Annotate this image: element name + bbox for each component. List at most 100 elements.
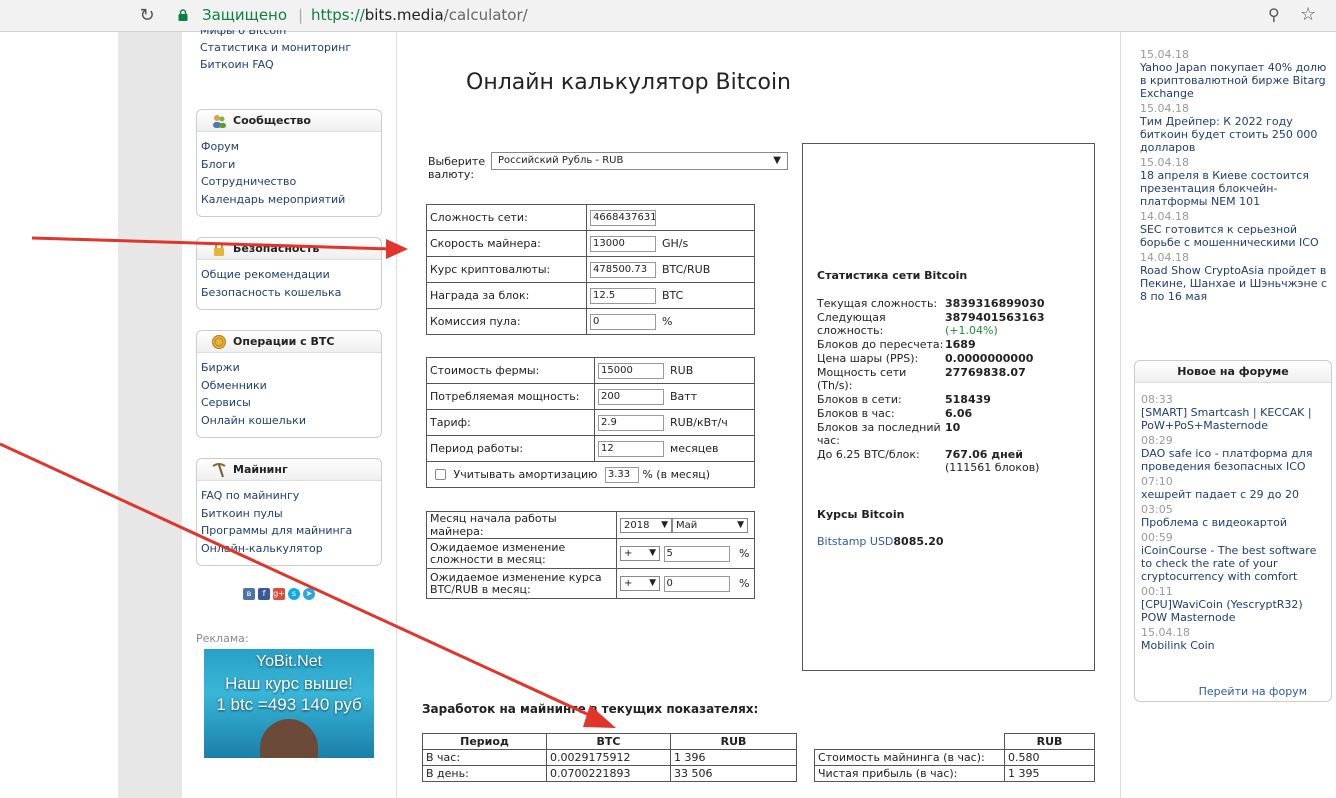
nav-item-pools[interactable]: Биткоин пулы — [201, 505, 381, 523]
google-plus-icon[interactable]: g+ — [273, 588, 285, 600]
difficulty-sign-select[interactable]: + ▼ — [620, 546, 660, 561]
rates-title: Курсы Bitcoin — [817, 508, 905, 521]
cell: 0.0700221893 — [546, 765, 671, 782]
rates-value: 8085.20 — [893, 535, 944, 548]
row-label: Скорость майнера: — [426, 230, 587, 257]
zoom-icon[interactable]: ⚲ — [1268, 5, 1280, 24]
unit-label: GH/s — [662, 236, 689, 250]
currency-select[interactable]: Российский Рубль - RUB ▼ — [491, 152, 788, 170]
facebook-icon[interactable]: f — [258, 588, 270, 600]
row-label: Месяц начала работы майнера: — [426, 511, 617, 539]
nav-item-services[interactable]: Сервисы — [201, 394, 381, 412]
mining-header: Майнинг — [197, 459, 381, 481]
forum-topic[interactable]: [CPU]WaviCoin (YescryptR32) POW Masterno… — [1141, 598, 1327, 624]
nav-item-forum[interactable]: Форум — [201, 138, 381, 156]
rate-change-input[interactable]: 0 — [663, 575, 730, 592]
nav-item-recommendations[interactable]: Общие рекомендации — [201, 266, 381, 284]
news-title[interactable]: Road Show CryptoAsia пройдет в Пекине, Ш… — [1140, 264, 1330, 303]
nav-item-cooperation[interactable]: Сотрудничество — [201, 173, 381, 191]
reload-icon[interactable]: ↻ — [136, 5, 158, 27]
rates-source-link[interactable]: Bitstamp USD — [817, 535, 893, 548]
news-date: 14.04.18 — [1140, 210, 1189, 223]
unit-label: % — [662, 314, 673, 328]
rate-input[interactable]: 478500.73 — [590, 261, 656, 278]
difficulty-change-input[interactable]: 5 — [663, 545, 730, 562]
amortization-checkbox[interactable] — [435, 469, 446, 480]
news-title[interactable]: SEC готовится к серьезной борьбе с мошен… — [1140, 223, 1330, 249]
bookmark-star-icon[interactable]: ☆ — [1300, 4, 1316, 25]
table-row: Период работы: 12 месяцев — [426, 435, 755, 462]
url-field[interactable]: https://bits.media/calculator/ — [311, 6, 528, 24]
cell: Чистая прибыль (в час): — [814, 765, 1005, 782]
news-title[interactable]: 18 апреля в Киеве состоится презентация … — [1140, 169, 1330, 208]
forum-topic[interactable]: [SMART] Smartcash | KECCAK | PoW+PoS+Mas… — [1141, 406, 1327, 432]
mining-title: Майнинг — [233, 463, 288, 476]
nav-item-exchanges[interactable]: Биржи — [201, 359, 381, 377]
nav-item-mining-software[interactable]: Программы для майнинга — [201, 522, 381, 540]
hashrate-input[interactable]: 13000 — [590, 235, 656, 252]
row-label: Ожидаемое изменение сложности в месяц: — [426, 538, 617, 569]
month-select[interactable]: Май ▼ — [672, 517, 748, 533]
skype-icon[interactable]: s — [288, 588, 300, 600]
forum-topic[interactable]: iCoinCourse - The best software to check… — [1141, 544, 1327, 583]
year-select[interactable]: 2018 ▼ — [620, 517, 672, 533]
stat-label: Следующая сложность: — [817, 311, 886, 337]
nav-item[interactable]: Мифы о Bitcoin — [200, 30, 351, 39]
forum-topic[interactable]: DAO safe ico - платформа для проведения … — [1141, 447, 1327, 473]
ad-person-image — [260, 719, 318, 758]
news-title[interactable]: Тим Дрейпер: К 2022 году биткоин будет с… — [1140, 115, 1330, 154]
chevron-down-icon: ▼ — [737, 519, 744, 530]
period-input[interactable]: 12 — [598, 440, 664, 457]
browser-address-bar: ↻ Защищено | https://bits.media/calculat… — [0, 0, 1336, 32]
stats-title: Статистика сети Bitcoin — [817, 269, 968, 282]
vk-icon[interactable]: в — [243, 588, 255, 600]
pickaxe-icon — [212, 463, 226, 478]
stat-value: 3879401563163 — [945, 311, 1045, 324]
forum-topic[interactable]: хешрейт падает с 29 до 20 — [1141, 488, 1327, 501]
chevron-down-icon: ▼ — [649, 578, 656, 588]
nav-item-online-wallets[interactable]: Онлайн кошельки — [201, 412, 381, 430]
table-row: Чистая прибыль (в час): 1 395 — [814, 765, 1095, 782]
page: ↻ Защищено | https://bits.media/calculat… — [0, 0, 1336, 798]
telegram-icon[interactable]: ➤ — [303, 588, 315, 600]
table-header-row: Период BTC RUB — [422, 733, 797, 750]
farm-cost-input[interactable]: 15000 — [598, 362, 664, 379]
amortization-label: Учитывать амортизацию — [453, 467, 598, 481]
amortization-unit: % (в месяц) — [642, 467, 711, 481]
col-header: BTC — [546, 733, 671, 750]
nav-item-mining-faq[interactable]: FAQ по майнингу — [201, 487, 381, 505]
chevron-down-icon: ▼ — [649, 548, 656, 558]
community-box: Сообщество Форум Блоги Сотрудничество Ка… — [196, 109, 382, 217]
difficulty-input[interactable]: 4668437631 — [590, 209, 656, 226]
nav-item-exchangers[interactable]: Обменники — [201, 377, 381, 395]
forum-more-link[interactable]: Перейти на форум — [1135, 685, 1331, 698]
row-label: Стоимость фермы: — [426, 357, 595, 384]
news-list: 15.04.18 Yahoo Japan покупает 40% долю в… — [1140, 48, 1330, 305]
col-header-empty — [814, 733, 1005, 750]
sign-value: + — [624, 578, 633, 589]
forum-time: 07:10 — [1141, 475, 1173, 488]
rate-sign-select[interactable]: + ▼ — [620, 576, 660, 591]
row-input-cell: 13000 GH/s — [586, 230, 755, 257]
unit-label: RUB — [670, 363, 694, 377]
forum-topic[interactable]: Mobilink Coin — [1141, 639, 1327, 652]
row-label: Комиссия пула: — [426, 308, 587, 335]
nav-item[interactable]: Статистика и мониторинг — [200, 39, 351, 56]
reward-input[interactable]: 12.5 — [590, 287, 656, 304]
nav-item[interactable]: Биткоин FAQ — [200, 56, 351, 73]
row-label: Курс криптовалюты: — [426, 256, 587, 283]
ad-banner[interactable]: YoBit.Net Наш курс выше! 1 btc =493 140 … — [204, 649, 374, 758]
power-input[interactable]: 200 — [598, 388, 664, 405]
currency-label: Выберите валюту: — [428, 155, 486, 181]
nav-item-blogs[interactable]: Блоги — [201, 156, 381, 174]
tariff-input[interactable]: 2.9 — [598, 414, 664, 431]
forum-topic[interactable]: Проблема с видеокартой — [1141, 516, 1327, 529]
nav-item-calendar[interactable]: Календарь мероприятий — [201, 191, 381, 209]
nav-item-wallet-security[interactable]: Безопасность кошелька — [201, 284, 381, 302]
nav-item-online-calculator[interactable]: Онлайн-калькулятор — [201, 540, 381, 558]
table-row: Потребляемая мощность: 200 Ватт — [426, 383, 755, 410]
news-title[interactable]: Yahoo Japan покупает 40% долю в криптова… — [1140, 61, 1330, 100]
pool-fee-input[interactable]: 0 — [590, 313, 656, 330]
amortization-input[interactable]: 3.33 — [604, 466, 639, 483]
community-header: Сообщество — [197, 110, 381, 132]
